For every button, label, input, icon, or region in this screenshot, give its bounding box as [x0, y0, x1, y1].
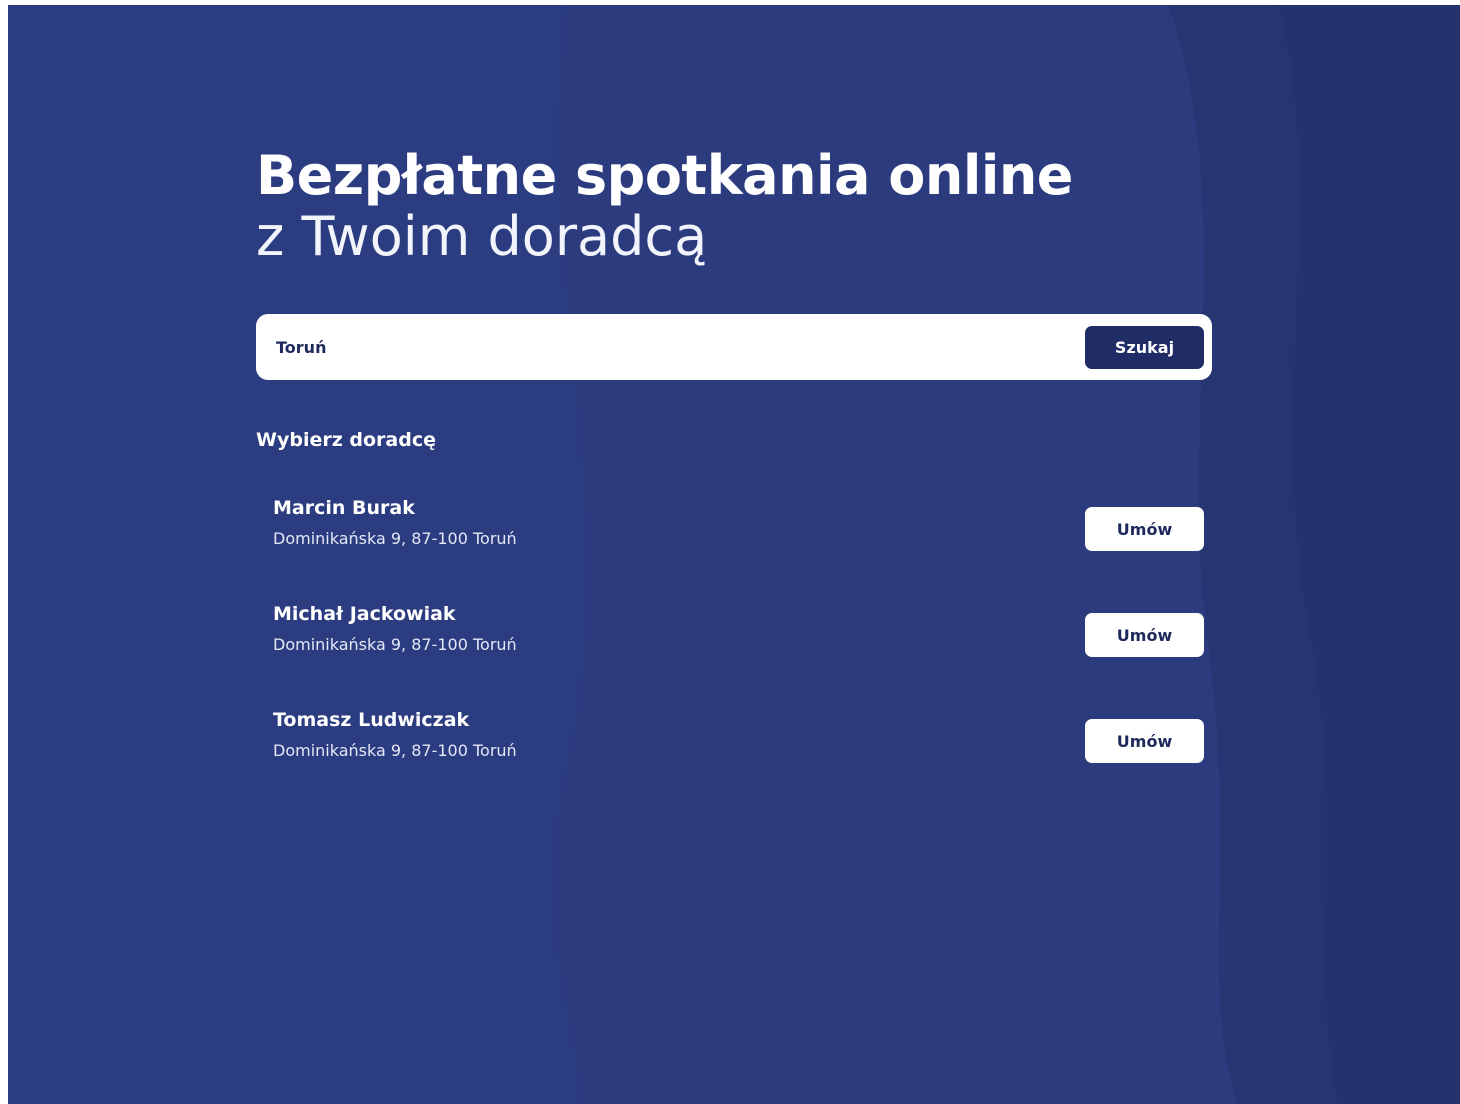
- hero-subtitle: z Twoim doradcą: [256, 205, 708, 268]
- advisor-item: Tomasz Ludwiczak Dominikańska 9, 87-100 …: [273, 709, 1204, 815]
- advisor-name: Tomasz Ludwiczak: [273, 709, 470, 731]
- main-content: Bezpłatne spotkania online z Twoim dorad…: [256, 144, 1212, 763]
- hero-title: Bezpłatne spotkania online: [256, 144, 1073, 207]
- search-bar: Szukaj: [256, 314, 1212, 380]
- advisor-name: Marcin Burak: [273, 497, 415, 519]
- page-background: Bezpłatne spotkania online z Twoim dorad…: [8, 5, 1460, 1104]
- advisor-address: Dominikańska 9, 87-100 Toruń: [273, 741, 517, 760]
- book-button[interactable]: Umów: [1085, 613, 1204, 657]
- advisor-address: Dominikańska 9, 87-100 Toruń: [273, 635, 517, 654]
- advisor-name: Michał Jackowiak: [273, 603, 456, 625]
- section-heading: Wybierz doradcę: [256, 429, 436, 451]
- advisor-address: Dominikańska 9, 87-100 Toruń: [273, 529, 517, 548]
- book-button[interactable]: Umów: [1085, 507, 1204, 551]
- advisor-item: Michał Jackowiak Dominikańska 9, 87-100 …: [273, 603, 1204, 709]
- search-button[interactable]: Szukaj: [1085, 326, 1204, 369]
- book-button[interactable]: Umów: [1085, 719, 1204, 763]
- advisor-list: Marcin Burak Dominikańska 9, 87-100 Toru…: [273, 497, 1204, 815]
- search-input[interactable]: [276, 328, 1056, 366]
- advisor-item: Marcin Burak Dominikańska 9, 87-100 Toru…: [273, 497, 1204, 603]
